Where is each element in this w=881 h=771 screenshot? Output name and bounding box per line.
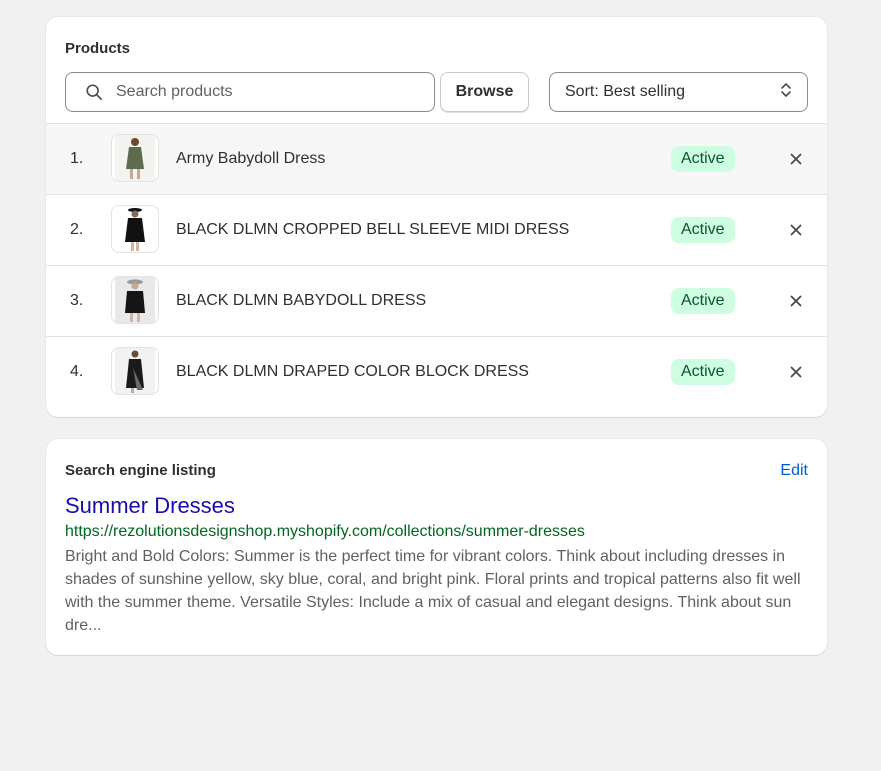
- close-icon: [790, 153, 802, 165]
- product-row[interactable]: 1. Army Babydoll Dress Active: [46, 123, 827, 194]
- close-icon: [790, 366, 802, 378]
- search-engine-listing-card: Search engine listing Edit Summer Dresse…: [46, 439, 827, 655]
- status-badge: Active: [671, 359, 735, 385]
- dress-image-icon: [115, 135, 155, 181]
- remove-product-button[interactable]: [787, 292, 805, 310]
- product-list: 1. Army Babydoll Dress Active 2. BLACK D…: [46, 123, 827, 407]
- dress-image-icon: [115, 206, 155, 252]
- product-name[interactable]: BLACK DLMN BABYDOLL DRESS: [176, 292, 426, 310]
- select-chevrons-icon: [779, 81, 793, 104]
- seo-description: Bright and Bold Colors: Summer is the pe…: [65, 548, 801, 634]
- product-name[interactable]: BLACK DLMN CROPPED BELL SLEEVE MIDI DRES…: [176, 221, 569, 239]
- product-thumbnail[interactable]: [111, 134, 159, 182]
- products-title: Products: [65, 40, 131, 57]
- sort-select[interactable]: Sort: Best selling: [549, 72, 808, 112]
- search-icon: [84, 82, 104, 102]
- dress-image-icon: [115, 348, 155, 394]
- product-row[interactable]: 2. BLACK DLMN CROPPED BELL SLEEVE MIDI D…: [46, 194, 827, 265]
- seo-page-title: Summer Dresses: [65, 493, 235, 518]
- remove-product-button[interactable]: [787, 363, 805, 381]
- product-index: 2.: [70, 221, 84, 238]
- product-row[interactable]: 3. BLACK DLMN BABYDOLL DRESS Active: [46, 265, 827, 336]
- product-name[interactable]: Army Babydoll Dress: [176, 150, 325, 168]
- seo-card-title: Search engine listing: [65, 462, 216, 479]
- products-card: Products Browse Sort: Best selling 1.: [46, 17, 827, 417]
- dress-image-icon: [115, 277, 155, 323]
- product-row[interactable]: 4. BLACK DLMN DRAPED COLOR BLOCK DRESS A…: [46, 336, 827, 407]
- product-index: 1.: [70, 150, 84, 167]
- search-box[interactable]: [65, 72, 435, 112]
- product-thumbnail[interactable]: [111, 205, 159, 253]
- product-index: 3.: [70, 292, 84, 309]
- product-name[interactable]: BLACK DLMN DRAPED COLOR BLOCK DRESS: [176, 363, 529, 381]
- edit-seo-link[interactable]: Edit: [780, 462, 808, 480]
- close-icon: [790, 295, 802, 307]
- search-input[interactable]: [116, 83, 396, 101]
- product-thumbnail[interactable]: [111, 347, 159, 395]
- remove-product-button[interactable]: [787, 150, 805, 168]
- sort-select-label: Sort: Best selling: [565, 83, 686, 100]
- close-icon: [790, 224, 802, 236]
- status-badge: Active: [671, 217, 735, 243]
- product-index: 4.: [70, 363, 84, 380]
- status-badge: Active: [671, 288, 735, 314]
- product-thumbnail[interactable]: [111, 276, 159, 324]
- status-badge: Active: [671, 146, 735, 172]
- remove-product-button[interactable]: [787, 221, 805, 239]
- browse-button[interactable]: Browse: [440, 72, 529, 112]
- seo-url: https://rezolutionsdesignshop.myshopify.…: [65, 523, 585, 540]
